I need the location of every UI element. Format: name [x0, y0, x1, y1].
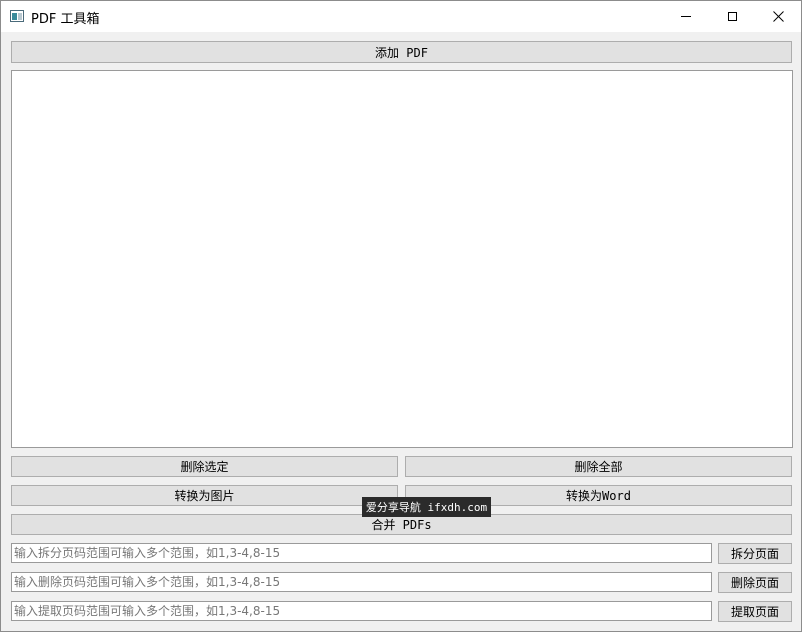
minimize-button[interactable]	[663, 1, 709, 32]
watermark-overlay: 爱分享导航 ifxdh.com	[362, 497, 491, 517]
delete-range-input[interactable]	[11, 572, 712, 592]
close-button[interactable]	[755, 1, 801, 32]
split-range-input[interactable]	[11, 543, 712, 563]
maximize-icon	[727, 12, 737, 21]
split-pages-button[interactable]: 拆分页面	[718, 543, 792, 564]
delete-pages-button[interactable]: 删除页面	[718, 572, 792, 593]
title-bar[interactable]: PDF 工具箱	[1, 1, 801, 32]
add-pdf-button[interactable]: 添加 PDF	[11, 41, 792, 63]
extract-range-input[interactable]	[11, 601, 712, 621]
window-title: PDF 工具箱	[31, 12, 100, 27]
app-window: PDF 工具箱 添加 PDF 删除选定 删除全部 转换为图片 转换为Word 合…	[0, 0, 802, 632]
minimize-icon	[681, 16, 691, 17]
app-window-icon	[10, 10, 24, 22]
delete-selected-button[interactable]: 删除选定	[11, 456, 398, 477]
close-icon	[772, 11, 784, 22]
delete-all-button[interactable]: 删除全部	[405, 456, 792, 477]
extract-pages-button[interactable]: 提取页面	[718, 601, 792, 622]
convert-to-image-button[interactable]: 转换为图片	[11, 485, 398, 506]
maximize-button[interactable]	[709, 1, 755, 32]
pdf-file-list[interactable]	[11, 70, 793, 448]
merge-pdfs-button[interactable]: 合并 PDFs	[11, 514, 792, 535]
